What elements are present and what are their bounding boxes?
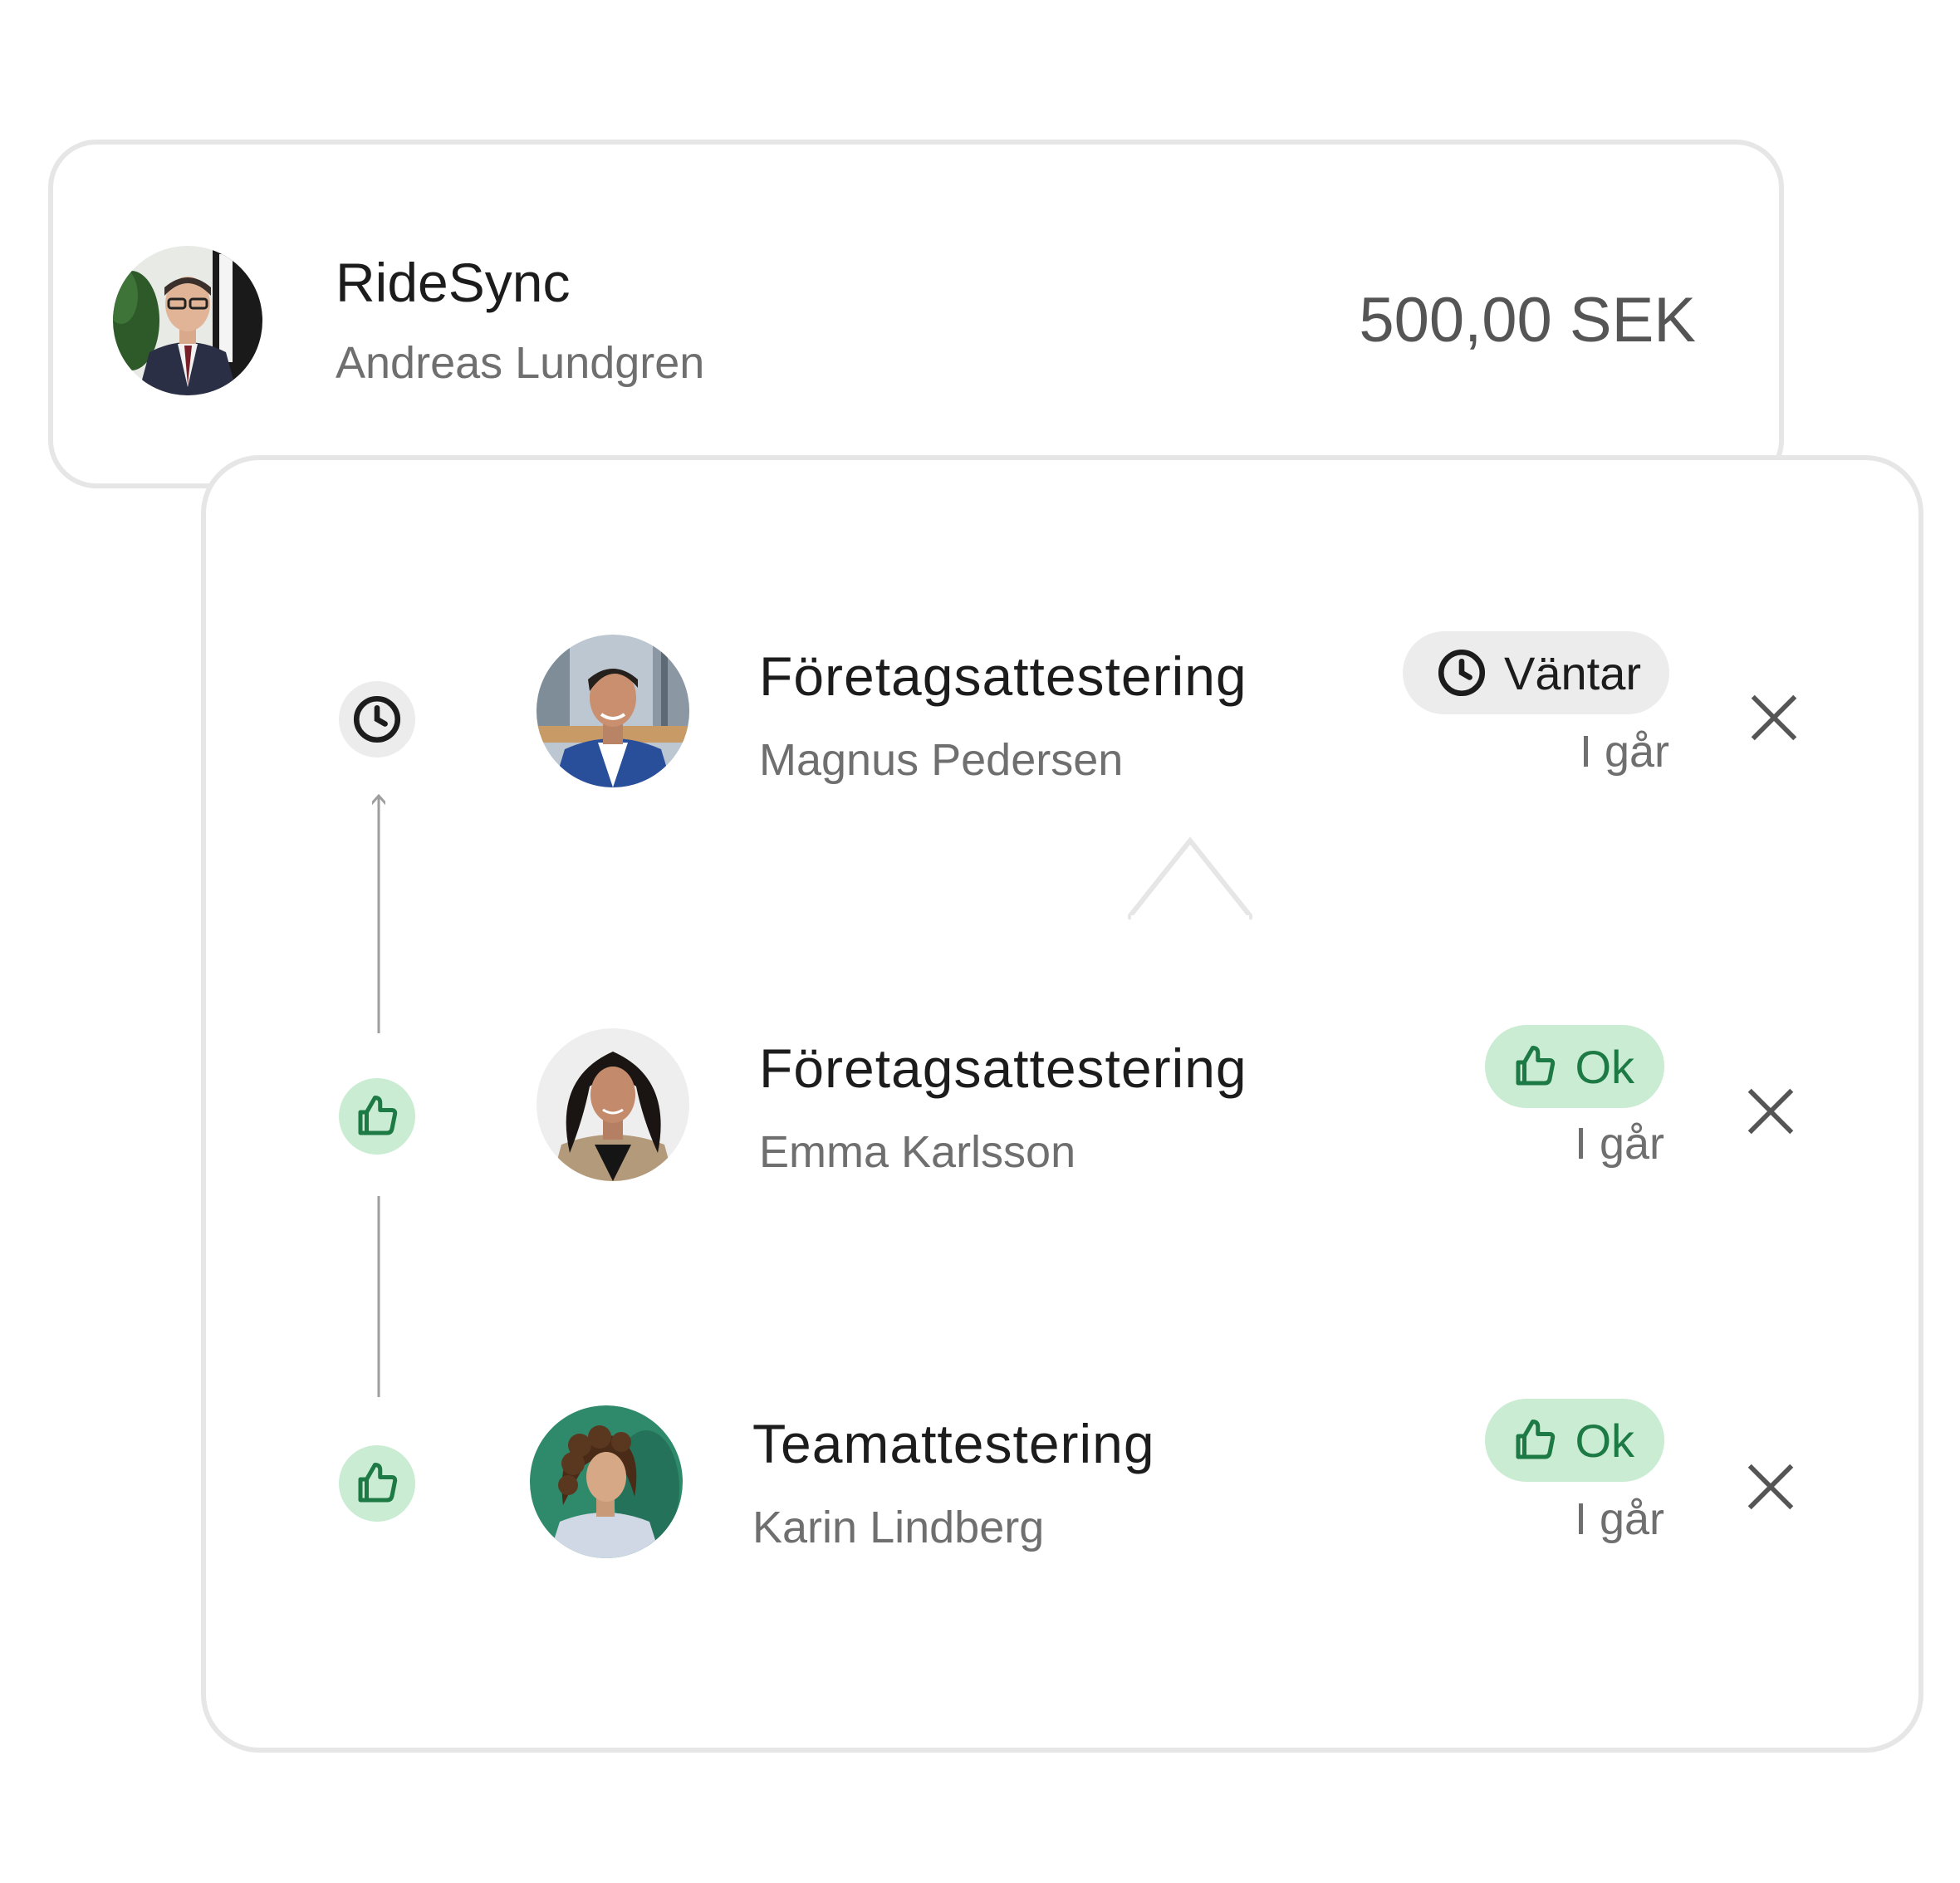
approval-title: Företagsattestering: [759, 1037, 1247, 1099]
status-badge-ok: Ok: [1485, 1025, 1664, 1108]
close-icon: [1751, 694, 1797, 741]
close-icon: [1747, 1464, 1794, 1510]
status-label: Ok: [1575, 1040, 1634, 1093]
status-label: Ok: [1575, 1414, 1634, 1467]
clock-icon: [353, 695, 401, 743]
remove-approver-button[interactable]: [1739, 1455, 1802, 1518]
timeline-arrow-up: [372, 793, 385, 1033]
approval-title: Teamattestering: [752, 1413, 1155, 1474]
payee-avatar: [113, 246, 262, 395]
approver-avatar: [537, 1028, 689, 1181]
approval-title: Företagsattestering: [759, 645, 1247, 707]
approver-avatar: [537, 635, 689, 787]
approver-name: Magnus Pedersen: [759, 735, 1124, 785]
payee-person-name: Andreas Lundgren: [336, 338, 705, 388]
remove-approver-button[interactable]: [1739, 1080, 1802, 1143]
status-badge-pending: Väntar: [1403, 631, 1669, 714]
status-badge-ok: Ok: [1485, 1399, 1664, 1482]
thumbs-up-icon: [358, 1463, 398, 1503]
thumbs-up-icon: [1516, 1046, 1556, 1086]
approval-flow-card: Företagsattestering Magnus Pedersen Vänt…: [201, 455, 1923, 1753]
clock-icon: [1438, 649, 1486, 697]
remove-approver-button[interactable]: [1742, 686, 1806, 749]
step-pending-indicator: [339, 681, 415, 758]
step-approved-indicator: [339, 1078, 415, 1155]
approver-name: Karin Lindberg: [752, 1503, 1045, 1552]
amount: 500,00 SEK: [1359, 285, 1696, 356]
thumbs-up-icon: [1516, 1420, 1556, 1459]
status-label: Väntar: [1504, 646, 1641, 699]
step-approved-indicator: [339, 1445, 415, 1522]
approver-name: Emma Karlsson: [759, 1127, 1076, 1177]
approval-time: I går: [1574, 1119, 1664, 1169]
close-icon: [1747, 1088, 1794, 1135]
thumbs-up-icon: [358, 1096, 398, 1135]
approval-time: I går: [1579, 727, 1669, 777]
approval-time: I går: [1574, 1494, 1664, 1544]
card-pointer: [1128, 836, 1252, 920]
merchant-name: RideSync: [336, 252, 571, 313]
timeline-line: [377, 1196, 380, 1397]
approver-avatar: [530, 1405, 683, 1558]
payee-card: RideSync Andreas Lundgren 500,00 SEK: [48, 140, 1784, 488]
